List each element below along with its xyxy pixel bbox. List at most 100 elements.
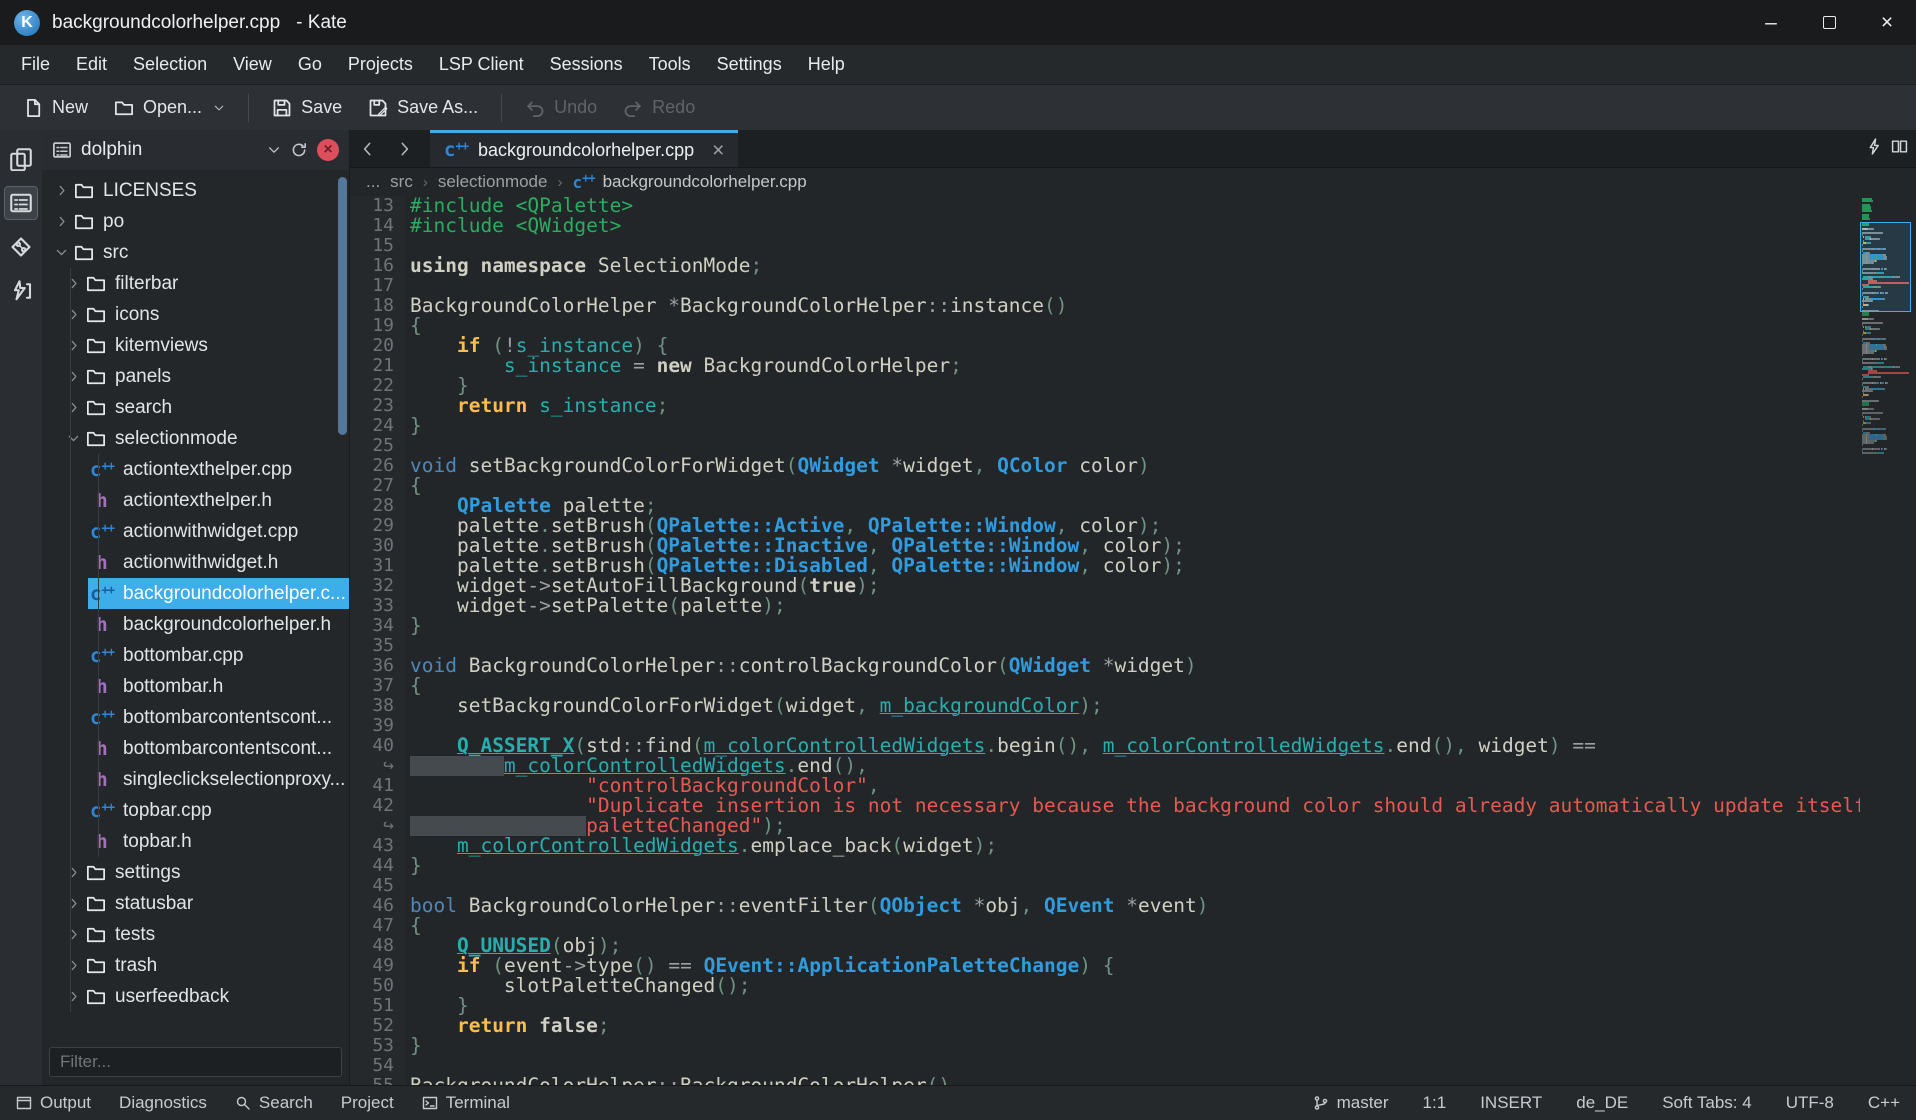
code-line-17[interactable]: 17 [350, 276, 1916, 296]
save-button[interactable]: Save [259, 89, 355, 126]
status-utf-8[interactable]: UTF-8 [1786, 1093, 1834, 1113]
tree-item-settings[interactable]: settings [42, 857, 349, 888]
menu-go[interactable]: Go [285, 49, 335, 80]
code-line-38[interactable]: 38 setBackgroundColorForWidget(widget, m… [350, 696, 1916, 716]
code-line-28[interactable]: 28 QPalette palette; [350, 496, 1916, 516]
code-line-13[interactable]: 13#include <QPalette> [350, 196, 1916, 216]
tree-item-bottombarcontentscont[interactable]: hbottombarcontentscont... [42, 733, 349, 764]
menu-settings[interactable]: Settings [704, 49, 795, 80]
code-line-46[interactable]: 46bool BackgroundColorHelper::eventFilte… [350, 896, 1916, 916]
code-line-39[interactable]: 39 [350, 716, 1916, 736]
code-line-26[interactable]: 26void setBackgroundColorForWidget(QWidg… [350, 456, 1916, 476]
maximize-button[interactable] [1800, 0, 1858, 45]
new-button[interactable]: New [10, 89, 101, 126]
tree-item-backgroundcolorhelper-c[interactable]: c++backgroundcolorhelper.c... [42, 578, 349, 609]
tree-item-tests[interactable]: tests [42, 919, 349, 950]
menu-view[interactable]: View [220, 49, 285, 80]
code-line-54[interactable]: 54 [350, 1056, 1916, 1076]
menu-edit[interactable]: Edit [63, 49, 120, 80]
menu-projects[interactable]: Projects [335, 49, 426, 80]
tree-item-panels[interactable]: panels [42, 361, 349, 392]
code-line-15[interactable]: 15 [350, 236, 1916, 256]
chevron-right-icon[interactable] [50, 215, 72, 228]
code-line-18[interactable]: 18BackgroundColorHelper *BackgroundColor… [350, 296, 1916, 316]
split-view-icon[interactable] [1891, 138, 1908, 160]
code-line-32[interactable]: 32 widget->setAutoFillBackground(true); [350, 576, 1916, 596]
sidebar-tool-project[interactable] [4, 186, 38, 220]
sidebar-tool-documents[interactable] [4, 142, 38, 176]
code-line-14[interactable]: 14#include <QWidget> [350, 216, 1916, 236]
chevron-right-icon[interactable] [62, 897, 84, 910]
code-line-20[interactable]: 20 if (!s_instance) { [350, 336, 1916, 356]
tree-item-po[interactable]: po [42, 206, 349, 237]
tab-back-button[interactable] [350, 130, 386, 167]
code-line-40[interactable]: 40 Q_ASSERT_X(std::find(m_colorControlle… [350, 736, 1916, 756]
chevron-right-icon[interactable] [62, 959, 84, 972]
tab-backgroundcolorhelper[interactable]: c++ backgroundcolorhelper.cpp × [430, 130, 738, 167]
breadcrumb-current-file[interactable]: c++backgroundcolorhelper.cpp [572, 172, 806, 192]
status-c[interactable]: C++ [1868, 1093, 1900, 1113]
project-name[interactable]: dolphin [81, 139, 258, 161]
tree-item-bottombarcontentscont[interactable]: c++bottombarcontentscont... [42, 702, 349, 733]
tree-item-search[interactable]: search [42, 392, 349, 423]
tree-item-actiontexthelper-h[interactable]: hactiontexthelper.h [42, 485, 349, 516]
chevron-right-icon[interactable] [62, 277, 84, 290]
code-line-43[interactable]: 43 m_colorControlledWidgets.emplace_back… [350, 836, 1916, 856]
status-de-de[interactable]: de_DE [1576, 1093, 1628, 1113]
code-line-47[interactable]: 47{ [350, 916, 1916, 936]
minimap-viewport[interactable] [1860, 222, 1911, 312]
chevron-down-icon[interactable] [62, 432, 84, 445]
tree-item-icons[interactable]: icons [42, 299, 349, 330]
tree-item-kitemviews[interactable]: kitemviews [42, 330, 349, 361]
status-project[interactable]: Project [341, 1093, 394, 1113]
code-line-wrap[interactable]: ↪paletteChanged"); [350, 816, 1916, 836]
code-line-42[interactable]: 42 "Duplicate insertion is not necessary… [350, 796, 1916, 816]
tree-item-statusbar[interactable]: statusbar [42, 888, 349, 919]
status-insert[interactable]: INSERT [1480, 1093, 1542, 1113]
tree-item-topbar-h[interactable]: htopbar.h [42, 826, 349, 857]
code-line-27[interactable]: 27{ [350, 476, 1916, 496]
chevron-right-icon[interactable] [62, 370, 84, 383]
status-master[interactable]: master [1313, 1093, 1389, 1113]
code-line-23[interactable]: 23 return s_instance; [350, 396, 1916, 416]
chevron-right-icon[interactable] [62, 990, 84, 1003]
code-line-30[interactable]: 30 palette.setBrush(QPalette::Inactive, … [350, 536, 1916, 556]
tree-item-actionwithwidget-cpp[interactable]: c++actionwithwidget.cpp [42, 516, 349, 547]
chevron-right-icon[interactable] [62, 401, 84, 414]
tree-item-licenses[interactable]: LICENSES [42, 175, 349, 206]
breadcrumb-segment-[interactable]: ... [366, 172, 380, 192]
code-line-25[interactable]: 25 [350, 436, 1916, 456]
code-line-45[interactable]: 45 [350, 876, 1916, 896]
project-selector-chevron-icon[interactable] [267, 143, 281, 157]
project-close-icon[interactable]: × [317, 139, 339, 161]
code-line-52[interactable]: 52 return false; [350, 1016, 1916, 1036]
status-1-1[interactable]: 1:1 [1423, 1093, 1447, 1113]
code-line-44[interactable]: 44} [350, 856, 1916, 876]
code-line-22[interactable]: 22 } [350, 376, 1916, 396]
code-line-51[interactable]: 51 } [350, 996, 1916, 1016]
code-line-31[interactable]: 31 palette.setBrush(QPalette::Disabled, … [350, 556, 1916, 576]
tree-item-backgroundcolorhelper-h[interactable]: hbackgroundcolorhelper.h [42, 609, 349, 640]
code-line-36[interactable]: 36void BackgroundColorHelper::controlBac… [350, 656, 1916, 676]
minimap[interactable] [1860, 198, 1912, 1085]
menu-help[interactable]: Help [795, 49, 858, 80]
code-line-wrap[interactable]: ↪m_colorControlledWidgets.end(), [350, 756, 1916, 776]
code-line-29[interactable]: 29 palette.setBrush(QPalette::Active, QP… [350, 516, 1916, 536]
tree-item-trash[interactable]: trash [42, 950, 349, 981]
tree-item-actiontexthelper-cpp[interactable]: c++actiontexthelper.cpp [42, 454, 349, 485]
tree-item-filterbar[interactable]: filterbar [42, 268, 349, 299]
chevron-right-icon[interactable] [50, 184, 72, 197]
tab-forward-button[interactable] [386, 130, 422, 167]
tree-item-actionwithwidget-h[interactable]: hactionwithwidget.h [42, 547, 349, 578]
tree-item-singleclickselectionproxy[interactable]: hsingleclickselectionproxy... [42, 764, 349, 795]
chevron-down-icon[interactable] [50, 246, 72, 259]
menu-file[interactable]: File [8, 49, 63, 80]
code-line-24[interactable]: 24} [350, 416, 1916, 436]
minimize-button[interactable]: – [1742, 0, 1800, 45]
status-search[interactable]: Search [235, 1093, 313, 1113]
sidebar-tool-lsp-symbols[interactable] [4, 274, 38, 308]
code-line-35[interactable]: 35 [350, 636, 1916, 656]
chevron-right-icon[interactable] [62, 866, 84, 879]
code-line-34[interactable]: 34} [350, 616, 1916, 636]
code-line-33[interactable]: 33 widget->setPalette(palette); [350, 596, 1916, 616]
